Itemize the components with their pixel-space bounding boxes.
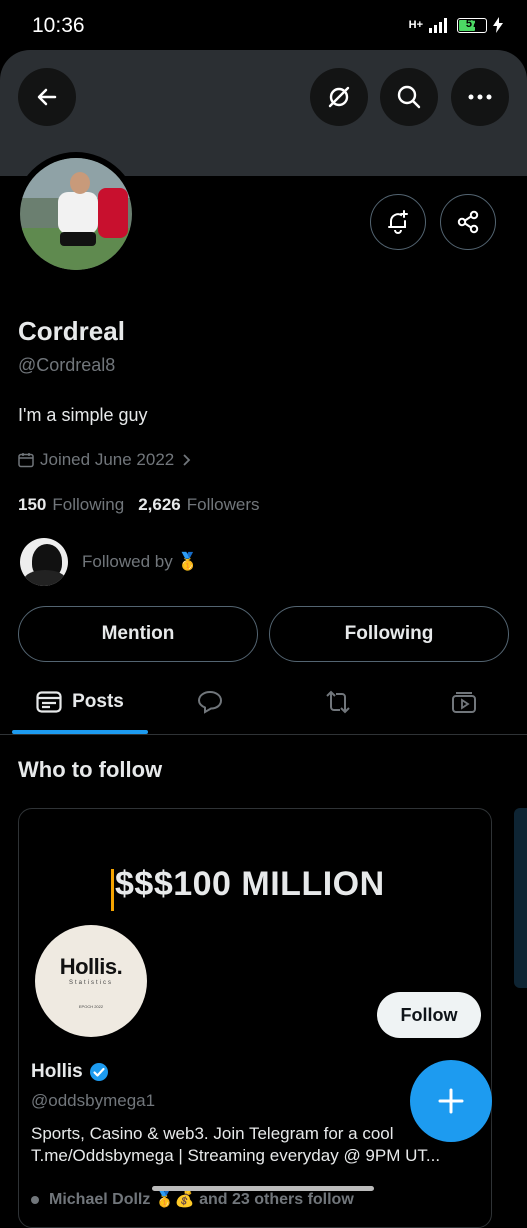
home-indicator[interactable] bbox=[152, 1186, 374, 1191]
status-indicators: H+ 57 bbox=[409, 17, 503, 33]
follow-stats: 150 Following 2,626 Followers bbox=[18, 495, 267, 515]
more-horizontal-icon bbox=[468, 94, 492, 100]
next-suggestion-card-edge[interactable] bbox=[514, 808, 527, 988]
suggestion-card[interactable]: $$$100 MILLION Hollis. Statistics EPOCH … bbox=[18, 808, 492, 1228]
logo-tag: EPOCH 2022 bbox=[78, 1003, 104, 1009]
battery-icon: 57 bbox=[457, 17, 487, 33]
tab-posts[interactable]: Posts bbox=[12, 670, 148, 734]
share-icon bbox=[457, 210, 479, 234]
back-button[interactable] bbox=[18, 68, 76, 126]
avatar-photo bbox=[20, 158, 132, 270]
compose-button[interactable] bbox=[410, 1060, 492, 1142]
arrow-left-icon bbox=[37, 88, 57, 106]
grok-button[interactable] bbox=[310, 68, 368, 126]
search-button[interactable] bbox=[380, 68, 438, 126]
followers-label[interactable]: Followers bbox=[187, 495, 260, 515]
share-button[interactable] bbox=[440, 194, 496, 250]
verified-badge-icon bbox=[89, 1063, 108, 1081]
hollis-logo: Hollis. Statistics EPOCH 2022 bbox=[35, 925, 147, 1037]
repost-icon bbox=[326, 690, 350, 714]
profile-bio: I'm a simple guy bbox=[18, 405, 148, 425]
grok-icon bbox=[328, 86, 350, 108]
card-followed-by: Michael Dollz 🥇💰 and 23 others follow bbox=[31, 1189, 354, 1209]
card-account-name[interactable]: Hollis bbox=[31, 1061, 109, 1083]
notifications-button[interactable] bbox=[370, 194, 426, 250]
bell-plus-icon bbox=[388, 210, 408, 234]
search-icon bbox=[397, 85, 421, 109]
follow-button[interactable]: Follow bbox=[377, 992, 481, 1038]
posts-icon bbox=[36, 691, 62, 713]
signal-icon bbox=[429, 18, 447, 33]
card-account-handle: @oddsbymega1 bbox=[31, 1091, 156, 1110]
reply-bubble-icon bbox=[197, 690, 223, 714]
chevron-right-icon bbox=[183, 454, 191, 466]
active-tab-indicator bbox=[12, 730, 148, 734]
followed-by[interactable]: Followed by 🥇 bbox=[20, 538, 199, 586]
card-banner-headline: $$$100 MILLION bbox=[111, 865, 385, 911]
battery-level: 57 bbox=[465, 17, 479, 30]
following-count[interactable]: 150 bbox=[18, 495, 46, 515]
tab-media[interactable] bbox=[414, 670, 514, 734]
card-desc-line2: T.me/Oddsbymega | Streaming everyday @ 9… bbox=[31, 1146, 441, 1165]
profile-avatar[interactable] bbox=[14, 152, 138, 276]
profile-name: Cordreal bbox=[18, 316, 125, 346]
logo-subtext: Statistics bbox=[68, 979, 113, 986]
mention-button[interactable]: Mention bbox=[18, 606, 258, 662]
following-button[interactable]: Following bbox=[269, 606, 509, 662]
status-time: 10:36 bbox=[32, 14, 85, 37]
profile-handle: @Cordreal8 bbox=[18, 355, 116, 375]
card-desc-line1: Sports, Casino & web3. Join Telegram for… bbox=[31, 1124, 394, 1143]
card-name-text: Hollis bbox=[31, 1061, 83, 1082]
more-options-button[interactable] bbox=[451, 68, 509, 126]
network-type: H+ bbox=[408, 19, 423, 31]
who-to-follow-title: Who to follow bbox=[18, 757, 163, 782]
media-icon bbox=[452, 692, 476, 713]
cursor-caret bbox=[111, 869, 114, 911]
tab-reposts[interactable] bbox=[288, 670, 388, 734]
followed-by-text: Followed by 🥇 bbox=[82, 552, 199, 571]
calendar-icon bbox=[18, 453, 34, 468]
joined-date[interactable]: Joined June 2022 bbox=[18, 450, 192, 470]
logo-text: Hollis. bbox=[59, 953, 123, 979]
followers-count[interactable]: 2,626 bbox=[138, 495, 181, 515]
card-avatar[interactable]: Hollis. Statistics EPOCH 2022 bbox=[29, 919, 153, 1043]
follower-avatar bbox=[20, 538, 68, 586]
charging-icon bbox=[493, 17, 503, 33]
card-description: Sports, Casino & web3. Join Telegram for… bbox=[31, 1123, 481, 1167]
plus-icon bbox=[438, 1088, 464, 1114]
profile-tabs: Posts bbox=[0, 670, 527, 735]
tab-posts-label: Posts bbox=[72, 691, 124, 712]
card-banner-text: $$$100 MILLION bbox=[115, 865, 385, 903]
tab-replies[interactable] bbox=[160, 670, 260, 734]
following-label[interactable]: Following bbox=[52, 495, 124, 515]
joined-text: Joined June 2022 bbox=[40, 450, 175, 469]
